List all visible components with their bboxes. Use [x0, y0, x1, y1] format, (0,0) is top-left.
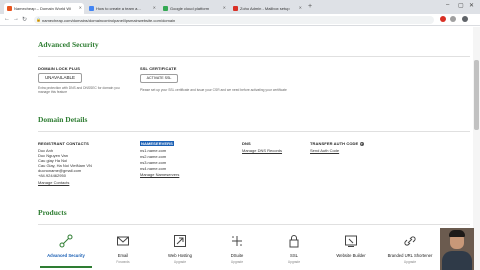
close-tab-icon[interactable]: ✕: [299, 5, 302, 10]
transfer-auth-code-label: TRANSFER AUTH CODE ?: [310, 141, 364, 146]
product-branded-url-shortener[interactable]: Branded URL Shortener Upgrade: [380, 234, 440, 264]
shield-link-icon: [59, 234, 73, 248]
advanced-security-title: Advanced Security: [38, 40, 99, 49]
product-name: Advanced Security: [47, 253, 85, 258]
tab-label: Namecheap – Domain World Wi: [14, 6, 72, 11]
extension-icon[interactable]: [450, 16, 456, 22]
presenter-hair: [449, 230, 465, 237]
divider: [38, 131, 470, 132]
tab-label: Zoho Admin - Mailbox setup: [240, 6, 290, 11]
selected-product-indicator: [40, 266, 92, 268]
plus-grid-icon: [232, 236, 242, 246]
product-status: Upgrade: [173, 260, 187, 264]
divider: [38, 224, 470, 225]
registrant-contacts-label: REGISTRANT CONTACTS: [38, 141, 89, 146]
back-icon[interactable]: ←: [4, 16, 10, 22]
activate-ssl-button[interactable]: ACTIVATE SSL: [140, 74, 178, 83]
registrant-phone: +84.924462950: [38, 173, 66, 178]
info-icon[interactable]: ?: [359, 141, 364, 146]
close-tab-icon[interactable]: ✕: [153, 5, 156, 10]
reload-icon[interactable]: ↻: [22, 16, 27, 23]
browser-tab-1[interactable]: Namecheap – Domain World Wi ✕: [4, 3, 84, 14]
domain-details-title: Domain Details: [38, 115, 88, 124]
manage-contacts-link[interactable]: Manage Contacts: [38, 180, 69, 185]
product-name: Web Hosting: [168, 253, 192, 258]
product-web-hosting[interactable]: Web Hosting Upgrade: [152, 234, 208, 264]
url-text: namecheap.com/domains/domaincontrolpanel…: [42, 18, 176, 23]
close-tab-icon[interactable]: ✕: [223, 5, 226, 10]
scrollbar-thumb[interactable]: [474, 60, 479, 130]
url-input[interactable]: 🔒 namecheap.com/domains/domaincontrolpan…: [34, 16, 434, 24]
dns-label: DNS: [242, 141, 251, 146]
nameserver-3: ns3.name.com: [140, 160, 167, 165]
manage-nameservers-link[interactable]: Manage Nameservers: [140, 172, 179, 177]
lock-icon: 🔒: [36, 17, 41, 22]
page-favicon-icon: [163, 6, 168, 11]
product-email[interactable]: Email Forwards: [95, 234, 151, 264]
domain-lock-label: DOMAIN LOCK PLUS: [38, 66, 81, 71]
page-favicon-icon: [233, 6, 238, 11]
product-status: Upgrade: [403, 260, 417, 264]
nameservers-label-text: NAMESERVERS: [140, 141, 174, 146]
nameserver-4: ns4.name.com: [140, 166, 167, 171]
maximize-icon[interactable]: ▢: [458, 2, 464, 9]
browser-tab-bar: Namecheap – Domain World Wi ✕ How to cre…: [0, 0, 480, 14]
product-name: Branded URL Shortener: [387, 253, 433, 258]
lock-icon: [289, 235, 299, 248]
browser-tab-4[interactable]: Zoho Admin - Mailbox setup ✕: [230, 3, 304, 14]
browser-tab-3[interactable]: Google cloud platform ✕: [160, 3, 228, 14]
minimize-icon[interactable]: –: [446, 2, 449, 8]
send-auth-code-link[interactable]: Send Auth Code: [310, 148, 339, 153]
browser-tab-2[interactable]: How to create a team a... ✕: [86, 3, 158, 14]
product-advanced-security[interactable]: Advanced Security: [38, 234, 94, 258]
domain-lock-note: Extra protection with DNS and DNSSEC for…: [38, 86, 120, 94]
builder-icon: [345, 235, 357, 247]
extension-icon[interactable]: [440, 16, 446, 22]
nameserver-2: ns2.name.com: [140, 154, 167, 159]
address-bar-row: ← → ↻ 🔒 namecheap.com/domains/domaincont…: [0, 14, 480, 26]
product-dsuite[interactable]: DSuite Upgrade: [209, 234, 265, 264]
product-name: Website Builder: [336, 253, 366, 258]
transfer-auth-code-text: TRANSFER AUTH CODE: [310, 141, 359, 146]
product-name: SSL: [290, 253, 298, 258]
product-name: Email: [117, 253, 129, 258]
ssl-note: Please set up your SSL certificate and i…: [140, 88, 287, 92]
product-ssl[interactable]: SSL Upgrade: [266, 234, 322, 264]
namecheap-favicon-icon: [7, 6, 12, 11]
close-tab-icon[interactable]: ✕: [79, 5, 82, 10]
products-title: Products: [38, 208, 67, 217]
tab-label: How to create a team a...: [96, 6, 141, 11]
nameserver-1: ns1.name.com: [140, 148, 167, 153]
product-name: DSuite: [230, 253, 244, 258]
product-status: Forwards: [116, 260, 130, 264]
product-status: Upgrade: [287, 260, 301, 264]
url-shortener-icon: [404, 236, 416, 246]
tab-label: Google cloud platform: [170, 6, 210, 11]
product-website-builder[interactable]: Website Builder: [323, 234, 379, 258]
close-window-icon[interactable]: ✕: [469, 2, 474, 9]
presenter-shirt: [442, 251, 472, 270]
ssl-certificate-label: SSL CERTIFICATE: [140, 66, 177, 71]
profile-avatar-icon[interactable]: [462, 16, 468, 22]
divider: [38, 56, 470, 57]
new-tab-icon[interactable]: +: [308, 3, 312, 10]
mail-icon: [117, 236, 129, 246]
manage-dns-link[interactable]: Manage DNS Records: [242, 148, 282, 153]
forward-icon[interactable]: →: [13, 16, 19, 22]
product-status: Upgrade: [230, 260, 244, 264]
hosting-arrow-icon: [174, 235, 186, 247]
nameservers-label: NAMESERVERS: [140, 141, 174, 146]
webcam-overlay: [440, 228, 474, 270]
page-favicon-icon: [89, 6, 94, 11]
unavailable-button[interactable]: UNAVAILABLE: [38, 73, 82, 83]
